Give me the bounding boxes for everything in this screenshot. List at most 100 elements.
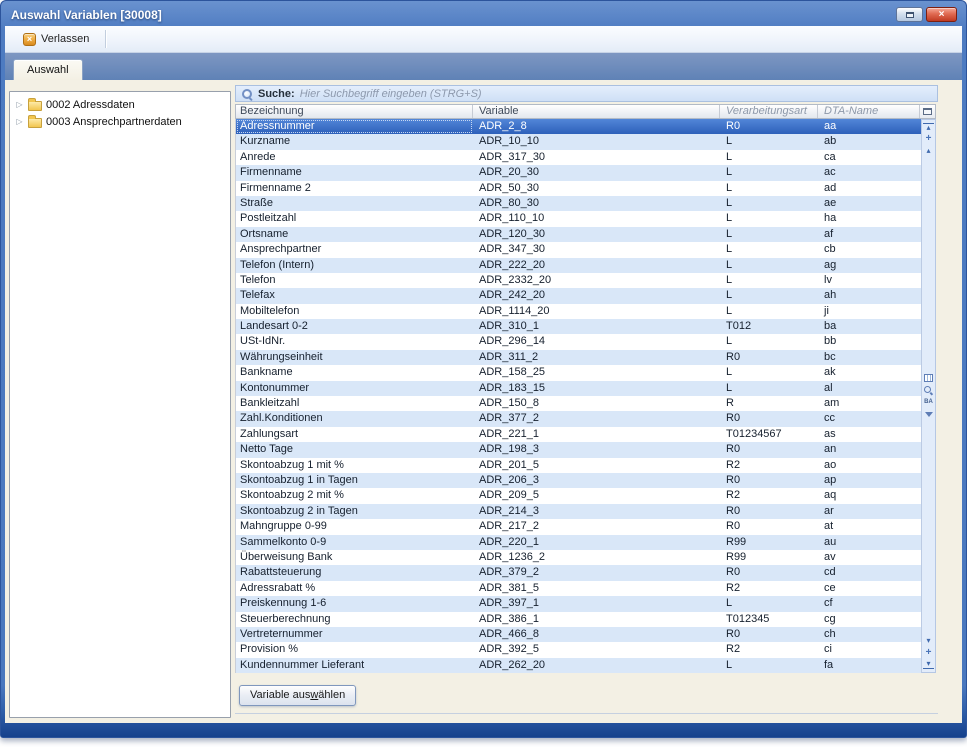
scroll-down-icon[interactable]: ▾	[923, 636, 934, 646]
table-cell: ADR_183_15	[473, 381, 720, 396]
table-cell: ADR_214_3	[473, 504, 720, 519]
table-cell: ha	[818, 211, 921, 226]
table-row[interactable]: Skontoabzug 1 mit %ADR_201_5R2ao	[236, 458, 921, 473]
table-cell: ADR_158_25	[473, 365, 720, 380]
tab-auswahl[interactable]: Auswahl	[13, 59, 83, 80]
table-cell: ji	[818, 304, 921, 319]
table-row[interactable]: OrtsnameADR_120_30Laf	[236, 227, 921, 242]
table-row[interactable]: TelefaxADR_242_20Lah	[236, 288, 921, 303]
table-cell: Mobiltelefon	[236, 304, 473, 319]
table-row[interactable]: Preiskennung 1-6ADR_397_1Lcf	[236, 596, 921, 611]
table-cell: ADR_1114_20	[473, 304, 720, 319]
column-header-variable[interactable]: Variable	[473, 105, 720, 118]
table-row[interactable]: Skontoabzug 2 in TagenADR_214_3R0ar	[236, 504, 921, 519]
table-cell: R0	[720, 504, 818, 519]
scroll-to-last-icon[interactable]: ▾	[923, 660, 934, 669]
table-cell: T012345	[720, 612, 818, 627]
table-row[interactable]: Sammelkonto 0-9ADR_220_1R99au	[236, 535, 921, 550]
table-row[interactable]: USt-IdNr.ADR_296_14Lbb	[236, 334, 921, 349]
scroll-up-icon[interactable]: ▴	[923, 146, 934, 156]
scroll-to-first-icon[interactable]: ▴	[923, 123, 934, 132]
column-header-bezeichnung[interactable]: Bezeichnung	[236, 105, 473, 118]
titlebar[interactable]: Auswahl Variablen [30008] ×	[1, 1, 966, 25]
table-cell: ae	[818, 196, 921, 211]
table-row[interactable]: Zahl.KonditionenADR_377_2R0cc	[236, 411, 921, 426]
table-row[interactable]: MobiltelefonADR_1114_20Lji	[236, 304, 921, 319]
table-row[interactable]: Überweisung BankADR_1236_2R99av	[236, 550, 921, 565]
table-cell: ADR_80_30	[473, 196, 720, 211]
column-header-dta-name[interactable]: DTA-Name	[818, 105, 920, 118]
table-row[interactable]: VertreternummerADR_466_8R0ch	[236, 627, 921, 642]
table-cell: L	[720, 596, 818, 611]
tree-item[interactable]: ▷0002 Adressdaten	[10, 96, 230, 113]
table-cell: ca	[818, 150, 921, 165]
table-cell: ADR_10_10	[473, 134, 720, 149]
tree-item[interactable]: ▷ 0003 Ansprechpartnerdaten	[10, 113, 230, 130]
table-row[interactable]: KontonummerADR_183_15Lal	[236, 381, 921, 396]
tree-item-label: 0003 Ansprechpartnerdaten	[46, 116, 182, 128]
table-row[interactable]: Skontoabzug 1 in TagenADR_206_3R0ap	[236, 473, 921, 488]
table-cell: Straße	[236, 196, 473, 211]
table-scrollbar[interactable]: ▴ + ▴ BA ▾	[921, 119, 936, 673]
table-row[interactable]: StraßeADR_80_30Lae	[236, 196, 921, 211]
table-row[interactable]: Telefon (Intern)ADR_222_20Lag	[236, 258, 921, 273]
table-row[interactable]: KurznameADR_10_10Lab	[236, 134, 921, 149]
table-row[interactable]: Kundennummer LieferantADR_262_20Lfa	[236, 658, 921, 673]
sort-ba-icon[interactable]: BA	[923, 397, 934, 407]
column-header-verarbeitungsart[interactable]: Verarbeitungsart	[720, 105, 818, 118]
search-bar[interactable]: Suche:	[235, 85, 938, 102]
table-cell: Ansprechpartner	[236, 242, 473, 257]
table-row[interactable]: Skontoabzug 2 mit %ADR_209_5R2aq	[236, 488, 921, 503]
table-row[interactable]: AdressnummerADR_2_8R0aa	[236, 119, 921, 134]
table-cell: ba	[818, 319, 921, 334]
table-row[interactable]: AnredeADR_317_30Lca	[236, 150, 921, 165]
scroll-page-up-icon[interactable]: +	[923, 134, 934, 144]
variables-panel: Suche: Bezeichnung Variable Verarbeitung…	[235, 85, 938, 714]
table-row[interactable]: RabattsteuerungADR_379_2R0cd	[236, 565, 921, 580]
column-chooser-button[interactable]	[920, 105, 935, 118]
columns-icon[interactable]	[923, 373, 934, 383]
expand-arrow-icon[interactable]: ▷	[15, 113, 24, 130]
table-row[interactable]: WährungseinheitADR_311_2R0bc	[236, 350, 921, 365]
magnifier-icon[interactable]	[923, 385, 934, 395]
table-row[interactable]: TelefonADR_2332_20Llv	[236, 273, 921, 288]
table-row[interactable]: BankleitzahlADR_150_8Ram	[236, 396, 921, 411]
table-cell: Mahngruppe 0-99	[236, 519, 473, 534]
table-row[interactable]: PostleitzahlADR_110_10Lha	[236, 211, 921, 226]
table-cell: ADR_110_10	[473, 211, 720, 226]
table-row[interactable]: Netto TageADR_198_3R0an	[236, 442, 921, 457]
table-row[interactable]: Adressrabatt %ADR_381_5R2ce	[236, 581, 921, 596]
table-cell: R99	[720, 535, 818, 550]
toolbar: × Verlassen	[5, 26, 962, 53]
table-cell: R0	[720, 627, 818, 642]
column-chooser-icon	[923, 108, 932, 115]
table-row[interactable]: Landesart 0-2ADR_310_1T012ba	[236, 319, 921, 334]
table-row[interactable]: ZahlungsartADR_221_1T01234567as	[236, 427, 921, 442]
table-cell: ab	[818, 134, 921, 149]
filter-icon[interactable]	[923, 409, 934, 419]
close-button[interactable]: ×	[926, 7, 957, 22]
table-row[interactable]: Provision %ADR_392_5R2ci	[236, 642, 921, 657]
tree-panel[interactable]: ▷0002 Adressdaten▷ 0003 Ansprechpartnerda…	[9, 91, 231, 718]
table-cell: T012	[720, 319, 818, 334]
folder-icon	[28, 118, 42, 128]
table-cell: Skontoabzug 2 mit %	[236, 488, 473, 503]
restore-button[interactable]	[896, 7, 923, 22]
table-cell: L	[720, 288, 818, 303]
expand-arrow-icon[interactable]: ▷	[15, 96, 24, 113]
table-row[interactable]: FirmennameADR_20_30Lac	[236, 165, 921, 180]
table-cell: ADR_201_5	[473, 458, 720, 473]
table-row[interactable]: Firmenname 2ADR_50_30Lad	[236, 181, 921, 196]
table-cell: Landesart 0-2	[236, 319, 473, 334]
table-row[interactable]: AnsprechpartnerADR_347_30Lcb	[236, 242, 921, 257]
table-row[interactable]: BanknameADR_158_25Lak	[236, 365, 921, 380]
footer-row: Variable auswählen	[235, 685, 938, 706]
table-cell: ADR_381_5	[473, 581, 720, 596]
table-cell: R2	[720, 458, 818, 473]
table-row[interactable]: SteuerberechnungADR_386_1T012345cg	[236, 612, 921, 627]
variable-auswaehlen-button[interactable]: Variable auswählen	[239, 685, 356, 706]
search-input[interactable]	[300, 88, 932, 100]
scroll-page-down-icon[interactable]: +	[923, 648, 934, 658]
table-row[interactable]: Mahngruppe 0-99ADR_217_2R0at	[236, 519, 921, 534]
verlassen-button[interactable]: × Verlassen	[17, 31, 95, 48]
